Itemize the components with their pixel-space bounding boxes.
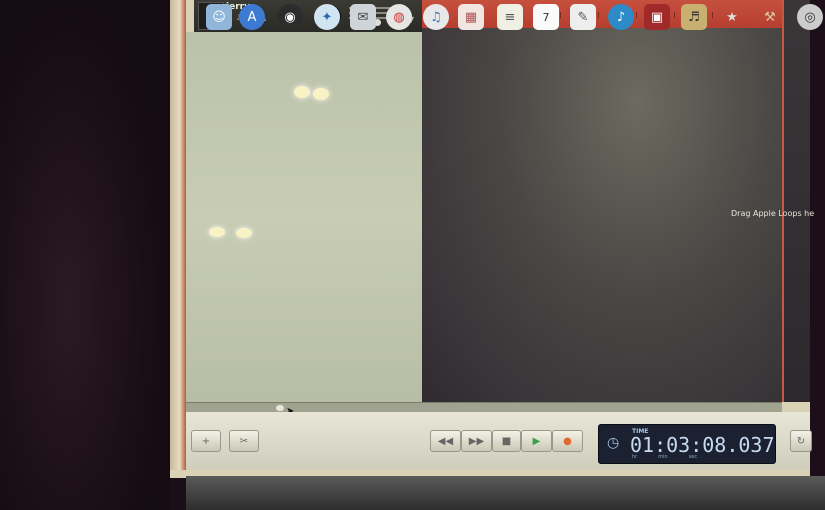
screen-glare [236, 228, 252, 238]
imovie-icon[interactable]: ★ [719, 4, 745, 30]
rewind-button[interactable]: ◀◀ [430, 430, 461, 452]
dock [186, 476, 825, 510]
plus-icon: + [201, 435, 211, 447]
dashboard-icon[interactable]: ◉ [277, 4, 303, 30]
scissors-icon: ✂ [239, 435, 249, 447]
screen-glare [313, 88, 329, 100]
unit-hr: hr [632, 454, 638, 460]
notes-icon[interactable]: ≡ [497, 4, 523, 30]
calendar-day: 7 [542, 10, 550, 24]
lcd-units: hr min sec [632, 454, 697, 460]
stop-button[interactable]: ■ [492, 430, 521, 452]
itunes-store-icon[interactable]: ♫ [423, 4, 449, 30]
safari-icon[interactable]: ✦ [314, 4, 340, 30]
rewind-icon: ◀◀ [437, 435, 454, 447]
calendar-icon[interactable]: 7 [533, 4, 559, 30]
finder-icon[interactable]: ☺ [206, 4, 232, 30]
fast-forward-icon: ▶▶ [468, 435, 485, 447]
screen-glare [294, 86, 310, 98]
monitor-bezel-left [0, 0, 170, 510]
mail-icon[interactable]: ✉ [350, 4, 376, 30]
fast-forward-button[interactable]: ▶▶ [461, 430, 492, 452]
loop-icon: ↻ [796, 435, 806, 447]
loop-button[interactable]: ↻ [790, 430, 812, 452]
clock-icon: ◷ [607, 435, 620, 451]
stop-icon: ■ [501, 435, 512, 447]
photos-icon[interactable]: ▦ [458, 4, 484, 30]
record-icon: ● [563, 435, 572, 447]
chrome-icon[interactable]: ◍ [386, 4, 412, 30]
window-edge [170, 0, 186, 470]
playhead[interactable] [782, 0, 784, 402]
app-store-icon[interactable]: A [239, 4, 265, 30]
photobooth-icon[interactable]: ▣ [644, 4, 670, 30]
preview-icon[interactable]: ✎ [570, 4, 596, 30]
loop-browser-strip [784, 0, 810, 402]
lcd-display[interactable]: ◷ TIME 01:03:08.037 hr min sec [598, 424, 776, 464]
itunes-icon[interactable]: ♪ [608, 4, 634, 30]
screen-glare [209, 227, 225, 237]
unit-sec: sec [688, 454, 698, 460]
garageband-icon[interactable]: ♬ [681, 4, 707, 30]
zoom-slider-handle[interactable] [276, 405, 284, 411]
arrange-area[interactable] [422, 28, 782, 402]
edit-button[interactable]: ✂ [229, 430, 259, 452]
add-track-button[interactable]: + [191, 430, 221, 452]
trash-icon[interactable]: ◎ [797, 4, 823, 30]
play-button[interactable]: ▶ [521, 430, 552, 452]
record-button[interactable]: ● [552, 430, 583, 452]
unit-min: min [658, 454, 668, 460]
play-icon: ▶ [532, 435, 541, 447]
folder-icon[interactable]: ⚒ [757, 4, 783, 30]
drop-hint-text: Drag Apple Loops he [731, 209, 815, 218]
